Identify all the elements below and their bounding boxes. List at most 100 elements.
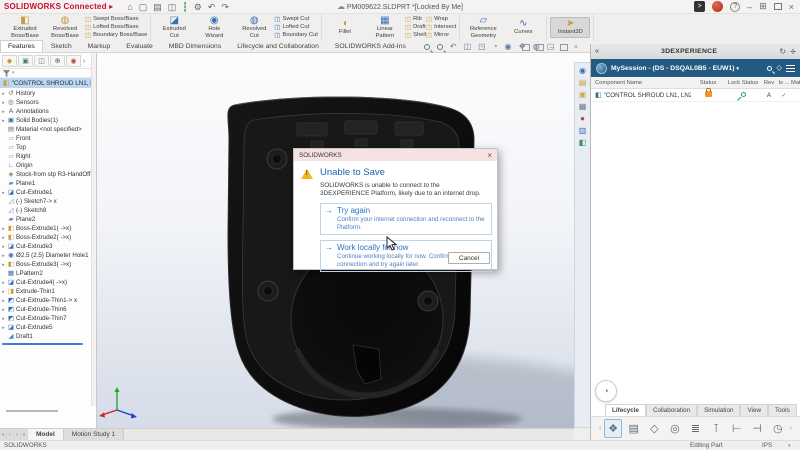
ribbon-small-button[interactable]: ◫Shell <box>405 32 426 39</box>
ribbon-small-button[interactable]: ◫Intersect <box>426 24 456 31</box>
expand-caret-icon[interactable]: ▸ <box>0 226 7 232</box>
expand-caret-icon[interactable]: ▸ <box>0 91 7 97</box>
tree-item-solid-bodies-1[interactable]: ▸▣Solid Bodies(1) <box>0 116 91 125</box>
tag-icon[interactable]: ⬦ <box>776 63 782 73</box>
zoom-area-icon[interactable] <box>437 44 443 50</box>
ribbon-small-button[interactable]: ◫Lofted Cut <box>274 24 318 31</box>
expand-caret-icon[interactable]: ▸ <box>0 289 7 295</box>
tab-nav-prev-icon[interactable]: ‹ <box>7 429 14 440</box>
revolved-boss-button[interactable]: ◍Revolved Boss/Base <box>45 15 85 39</box>
units-selector[interactable]: IPS <box>762 442 772 449</box>
section-view-icon[interactable]: ◫ <box>464 42 472 51</box>
undo-icon[interactable]: ↶ <box>208 2 216 12</box>
branch-icon[interactable]: ⊣ <box>748 419 766 438</box>
ribbon-small-button[interactable]: ◫Draft <box>405 24 426 31</box>
apps-grid-icon[interactable]: ⊞ <box>759 1 767 12</box>
display-manager-tab-icon[interactable]: ◉ <box>66 55 81 67</box>
tab-features[interactable]: Features <box>0 40 43 52</box>
options-gear-icon[interactable]: ⚙ <box>194 2 202 12</box>
tree-item-annotations[interactable]: ▸AAnnotations <box>0 107 91 116</box>
forum-icon[interactable]: ◧ <box>579 138 587 147</box>
expand-caret-icon[interactable]: ▸ <box>0 280 7 286</box>
fillet-button[interactable]: ◖Fillet <box>325 18 365 36</box>
try-again-option[interactable]: →Try again Confirm your internet connect… <box>320 203 492 235</box>
column-header-rev[interactable]: Rev <box>761 80 777 86</box>
tab-evaluate[interactable]: Evaluate <box>118 40 160 52</box>
appearances-icon[interactable]: ● <box>580 114 585 123</box>
extruded-cut-button[interactable]: ◪Extruded Cut <box>154 15 194 39</box>
tree-item-lpattern2[interactable]: ▦LPattern2 <box>0 269 91 278</box>
close-doc-icon[interactable]: × <box>574 44 578 51</box>
panel-tab-view[interactable]: View <box>740 404 768 416</box>
help-icon[interactable]: ? <box>730 2 740 12</box>
column-header-lock-status[interactable]: Lock Status <box>725 80 761 86</box>
expand-caret-icon[interactable]: ▸ <box>0 109 7 115</box>
cancel-button[interactable]: Cancel <box>448 252 490 264</box>
revolved-cut-button[interactable]: ◍Revolved Cut <box>234 15 274 39</box>
collaborative-space-icon[interactable]: ▤ <box>625 419 643 438</box>
expand-caret-icon[interactable]: ▸ <box>0 244 7 250</box>
tree-item-origin[interactable]: ∟Origin <box>0 161 91 170</box>
expand-caret-icon[interactable]: ▸ <box>0 262 7 268</box>
dialog-close-icon[interactable]: × <box>487 151 492 160</box>
custom-properties-icon[interactable]: ▥ <box>579 126 587 135</box>
replace-version-icon[interactable]: ⊢ <box>728 419 746 438</box>
close-icon[interactable]: × <box>789 2 794 12</box>
tab-nav-next-icon[interactable]: › <box>14 429 21 440</box>
fm-tabs-overflow-icon[interactable]: › <box>83 58 85 65</box>
expand-caret-icon[interactable]: ▸ <box>0 190 7 196</box>
tree-item-right[interactable]: ▱Right <box>0 152 91 161</box>
reference-geometry-button[interactable]: ▱Reference Geometry <box>463 15 503 39</box>
relations-list-icon[interactable]: ≣ <box>687 419 705 438</box>
model-tab-model[interactable]: Model <box>28 429 64 440</box>
feature-tree-tab-icon[interactable]: ◆ <box>2 55 17 67</box>
show-pane-icon[interactable] <box>522 44 530 51</box>
panel-tab-simulation[interactable]: Simulation <box>697 404 740 416</box>
tree-item-draft1[interactable]: ◢Draft1 <box>0 332 91 341</box>
pin-icon[interactable]: ✛ <box>790 48 796 56</box>
view-orientation-icon[interactable]: ◳ <box>478 42 486 51</box>
session-selector[interactable]: MySession - (DS - DSQAL0B5 - EUW1) ▾ <box>611 65 763 72</box>
menu-icon[interactable] <box>786 65 795 72</box>
tab-solidworks-add-ins[interactable]: SOLIDWORKS Add-Ins <box>327 40 414 52</box>
toolbar-scroll-left-icon[interactable]: ‹ <box>599 425 601 432</box>
minimize-icon[interactable]: – <box>747 2 752 12</box>
tab-lifecycle-and-collaboration[interactable]: Lifecycle and Collaboration <box>229 40 327 52</box>
tree-splitter-grip[interactable] <box>6 410 58 412</box>
expand-caret-icon[interactable]: ▸ <box>0 118 7 124</box>
tree-item-top[interactable]: ▱Top <box>0 143 91 152</box>
tree-item-stock-from-stp-r3-handoff-btc[interactable]: ◈Stock-from stp R3-HandOff-BTC <box>0 170 91 179</box>
curves-button[interactable]: ∿Curves <box>503 18 543 36</box>
tree-item-boss-extrude1-x[interactable]: ▸◧Boss-Extrude1( ->x) <box>0 224 91 233</box>
ribbon-small-button[interactable]: ◫Swept Boss/Base <box>85 16 147 23</box>
panel-tab-tools[interactable]: Tools <box>768 404 797 416</box>
open-file-icon[interactable]: ▤ <box>153 2 162 12</box>
tree-item-history[interactable]: ▸↺History <box>0 89 91 98</box>
expand-caret-icon[interactable]: ▸ <box>0 235 7 241</box>
search-icon[interactable] <box>767 66 772 71</box>
tree-item-sketch7-x[interactable]: ◿(-) Sketch7-> x <box>0 197 91 206</box>
extruded-boss-button[interactable]: ◧Extruded Boss/Base <box>5 15 45 39</box>
ribbon-small-button[interactable]: ◫Rib <box>405 16 426 23</box>
linear-pattern-button[interactable]: ▦Linear Pattern <box>365 15 405 39</box>
previous-view-icon[interactable]: ↶ <box>450 42 457 51</box>
tree-item-front[interactable]: ▱Front <box>0 134 91 143</box>
design-library-icon[interactable]: ▤ <box>579 78 587 87</box>
tree-item-plane2[interactable]: ▰Plane2 <box>0 215 91 224</box>
new-file-icon[interactable]: ▢ <box>139 2 148 12</box>
tab-sketch[interactable]: Sketch <box>43 40 80 52</box>
tab-nav-last-icon[interactable]: » <box>21 429 28 440</box>
home-icon[interactable]: ⌂ <box>127 2 132 12</box>
panel-tab-lifecycle[interactable]: Lifecycle <box>605 404 646 416</box>
ribbon-small-button[interactable]: ◫Boundary Cut <box>274 32 318 39</box>
tree-item-cut-extrude1[interactable]: ▸◪Cut-Extrude1 <box>0 188 91 197</box>
sync-status-icon[interactable]: ◎ <box>666 419 684 438</box>
hide-show-items-icon[interactable]: ◉ <box>505 42 512 51</box>
tree-item-sensors[interactable]: ▸◎Sensors <box>0 98 91 107</box>
tree-item-cut-extrude-thin1-x[interactable]: ▸◩Cut-Extrude-Thin1-> x <box>0 296 91 305</box>
ribbon-small-button[interactable]: ◫Swept Cut <box>274 16 318 23</box>
tree-item-cut-extrude-thin7[interactable]: ▸◩Cut-Extrude-Thin7 <box>0 314 91 323</box>
tree-item-sketch8[interactable]: ◿(-) Sketch8 <box>0 206 91 215</box>
tab-mbd-dimensions[interactable]: MBD Dimensions <box>161 40 230 52</box>
share-icon[interactable]: ◇ <box>646 419 664 438</box>
